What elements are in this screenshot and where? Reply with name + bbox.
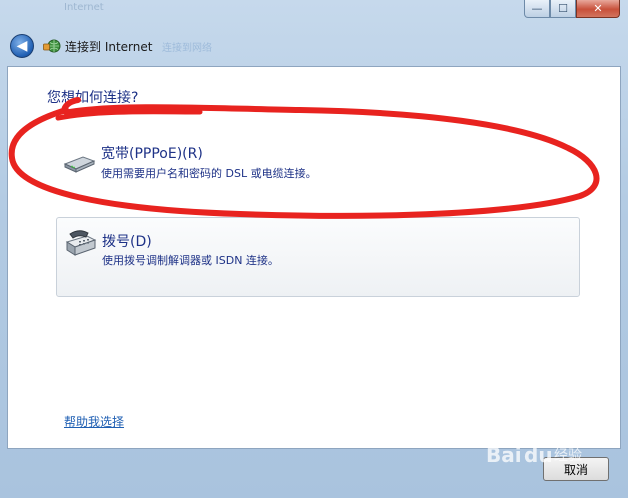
- option-title: 宽带(PPPoE)(R): [101, 146, 203, 162]
- nav-ghost-text: 连接到网络: [162, 43, 212, 54]
- title-bar-ghost-text: Internet: [64, 2, 104, 13]
- wizard-title: 连接到 Internet: [65, 40, 153, 54]
- svg-text:经验: 经验: [554, 448, 582, 464]
- help-me-choose-link[interactable]: 帮助我选择: [64, 413, 124, 430]
- maximize-button[interactable]: ☐: [550, 0, 576, 18]
- option-dialup[interactable]: 拨号(D) 使用拨号调制解调器或 ISDN 连接。: [56, 217, 580, 297]
- window-controls: — ☐ ✕: [524, 0, 620, 18]
- back-button[interactable]: ◀: [10, 34, 34, 58]
- dialup-phone-icon: [65, 230, 97, 256]
- close-button[interactable]: ✕: [576, 0, 620, 18]
- nav-bar: ◀ 连接到 Internet 连接到网络: [0, 28, 628, 64]
- title-bar[interactable]: Internet — ☐ ✕: [0, 0, 628, 26]
- svg-text:Bai: Bai: [486, 443, 522, 467]
- option-title: 拨号(D): [102, 234, 152, 250]
- svg-text:du: du: [524, 443, 553, 467]
- baidu-jingyan-watermark: Bai du 经验: [486, 433, 582, 467]
- page-heading: 您想如何连接?: [47, 90, 139, 106]
- wizard-content-panel: 您想如何连接? 宽带(PPPoE)(R) 使用需要用户名和密码的 DSL 或电缆…: [7, 66, 621, 449]
- broadband-modem-icon: [63, 156, 96, 173]
- option-description: 使用拨号调制解调器或 ISDN 连接。: [102, 254, 279, 267]
- option-broadband-pppoe[interactable]: 宽带(PPPoE)(R) 使用需要用户名和密码的 DSL 或电缆连接。: [56, 123, 580, 203]
- option-description: 使用需要用户名和密码的 DSL 或电缆连接。: [101, 167, 317, 180]
- window-frame: Internet — ☐ ✕ ◀ 连接到 Internet 连接到网络 您想如何…: [0, 0, 628, 498]
- network-icon: [43, 39, 61, 53]
- minimize-button[interactable]: —: [524, 0, 550, 18]
